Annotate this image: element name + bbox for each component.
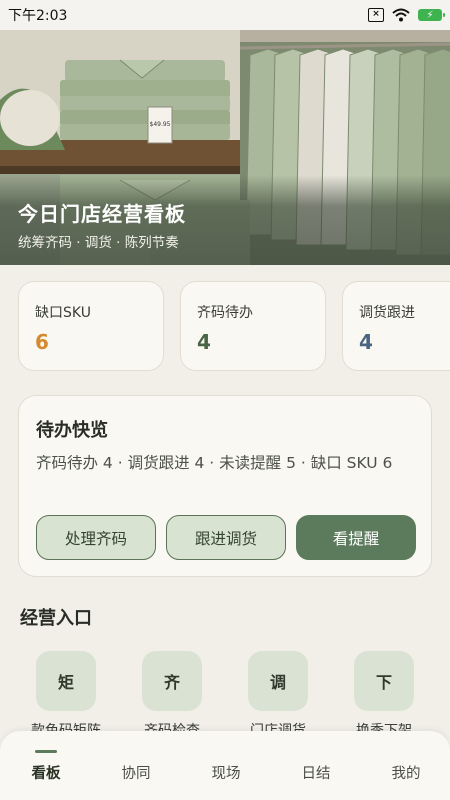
tab-collaboration[interactable]: 协同 — [106, 762, 166, 783]
hero-banner: $49.95 今日门店经营看板 统筹齐码 · 调货 · 陈列节奏 — [0, 30, 450, 265]
no-sim-icon: × — [368, 8, 384, 22]
stat-label: 齐码待办 — [197, 305, 253, 321]
tab-onsite[interactable]: 现场 — [196, 762, 256, 783]
tab-daily-close[interactable]: 日结 — [286, 762, 346, 783]
todo-overview-card: 待办快览 齐码待办 4 · 调货跟进 4 · 未读提醒 5 · 缺口 SKU 6… — [18, 395, 432, 577]
stats-row: 缺口SKU 6 齐码待办 4 调货跟进 4 — [18, 281, 450, 373]
removal-icon: 下 — [354, 651, 414, 711]
todo-title: 待办快览 — [36, 420, 108, 441]
process-size-button[interactable]: 处理齐码 — [36, 515, 156, 560]
transfer-icon: 调 — [248, 651, 308, 711]
stat-value: 6 — [35, 330, 49, 354]
entry-size-check[interactable]: 齐 齐码检查 — [142, 651, 202, 739]
follow-transfer-button[interactable]: 跟进调货 — [166, 515, 286, 560]
stat-value: 4 — [197, 330, 211, 354]
hero-price-tag: $49.95 — [150, 121, 171, 128]
wifi-icon — [392, 8, 410, 22]
stat-card-size-todo[interactable]: 齐码待办 4 — [180, 281, 326, 371]
status-time: 下午2:03 — [8, 8, 68, 24]
battery-icon: ⚡ — [418, 9, 445, 21]
hero-subtitle: 统筹齐码 · 调货 · 陈列节奏 — [18, 235, 179, 251]
stat-label: 缺口SKU — [35, 305, 91, 321]
entries-section-title: 经营入口 — [20, 608, 92, 629]
stat-card-missing-sku[interactable]: 缺口SKU 6 — [18, 281, 164, 371]
todo-summary: 齐码待办 4 · 调货跟进 4 · 未读提醒 5 · 缺口 SKU 6 — [36, 454, 393, 472]
tab-dashboard[interactable]: 看板 — [16, 762, 76, 783]
stat-value: 4 — [359, 330, 373, 354]
matrix-icon: 矩 — [36, 651, 96, 711]
bottom-tab-bar: 看板 协同 现场 日结 我的 — [0, 731, 450, 800]
stat-label: 调货跟进 — [359, 305, 415, 321]
status-bar: 下午2:03 × ⚡ — [0, 0, 450, 30]
entry-store-transfer[interactable]: 调 门店调货 — [248, 651, 308, 739]
size-check-icon: 齐 — [142, 651, 202, 711]
entry-style-matrix[interactable]: 矩 款色码矩阵 — [31, 651, 101, 739]
active-tab-indicator — [35, 750, 57, 753]
view-reminders-button[interactable]: 看提醒 — [296, 515, 416, 560]
status-icons: × ⚡ — [368, 8, 445, 22]
entry-season-removal[interactable]: 下 换季下架 — [354, 651, 414, 739]
tab-profile[interactable]: 我的 — [376, 762, 436, 783]
hero-title: 今日门店经营看板 — [18, 202, 186, 226]
stat-card-transfer-followup[interactable]: 调货跟进 4 — [342, 281, 450, 371]
